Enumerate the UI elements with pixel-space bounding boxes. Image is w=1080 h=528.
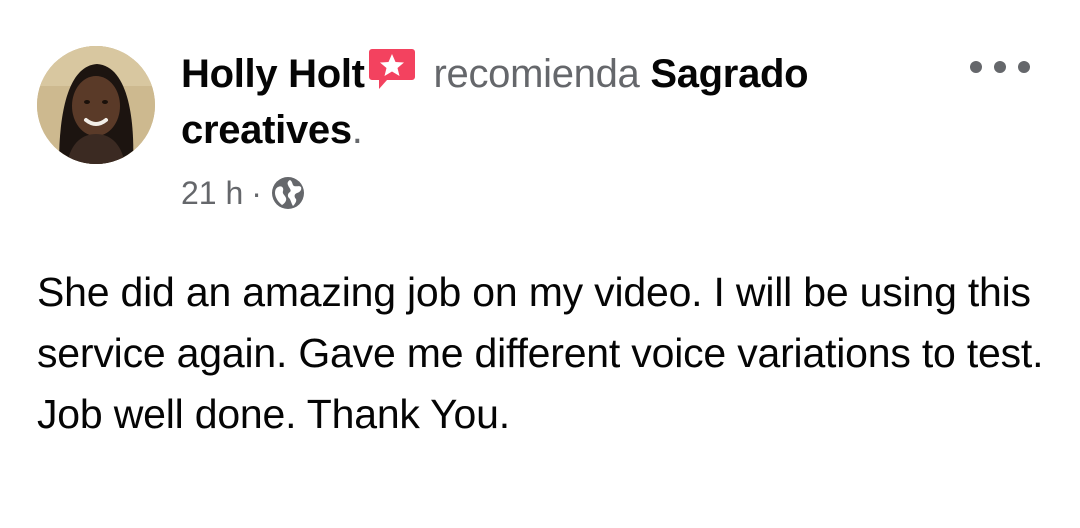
globe-icon[interactable] [270,175,306,211]
more-options-icon [970,61,982,73]
post-card: Holly Holt recomienda Sagrado creatives.… [0,0,1080,528]
recommendation-star-icon [367,47,417,93]
post-header: Holly Holt recomienda Sagrado creatives. [181,46,961,158]
more-options-icon-dot [1018,61,1030,73]
post-body: She did an amazing job on my video. I wi… [37,269,1044,437]
author-avatar[interactable] [37,46,155,164]
recommends-label: recomienda [433,52,640,96]
post-timestamp[interactable]: 21 h [181,175,243,212]
avatar-image [37,46,155,164]
header-punctuation: . [351,108,363,152]
meta-separator: · [251,174,262,211]
post-meta: 21 h · [181,173,306,213]
author-name[interactable]: Holly Holt [181,52,365,96]
more-options-icon-dot [994,61,1006,73]
more-options-button[interactable] [970,52,1030,82]
